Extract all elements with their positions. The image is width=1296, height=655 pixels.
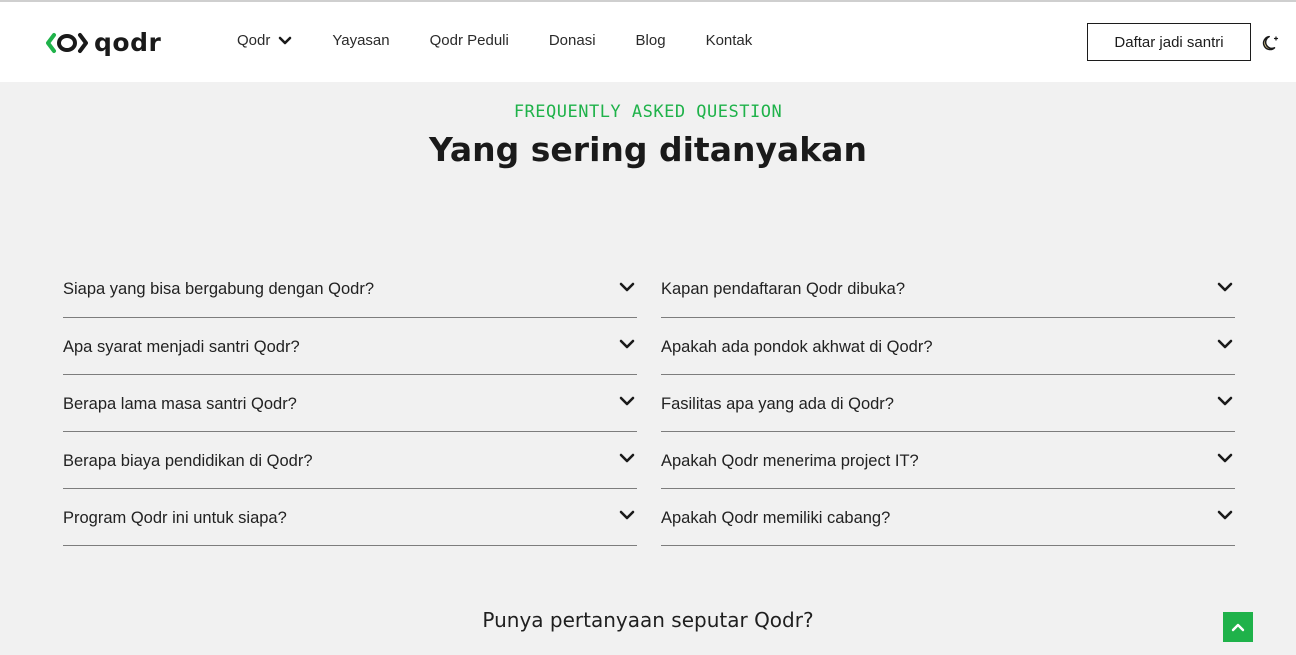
nav-item-label: Qodr [237, 32, 271, 49]
faq-item[interactable]: Apakah Qodr memiliki cabang? [661, 489, 1235, 546]
chevron-down-icon [1217, 339, 1233, 349]
faq-question: Fasilitas apa yang ada di Qodr? [661, 394, 894, 413]
faq-question: Kapan pendaftaran Qodr dibuka? [661, 280, 906, 298]
faq-item[interactable]: Apa syarat menjadi santri Qodr? [63, 318, 637, 375]
back-to-top-button[interactable] [1223, 612, 1253, 642]
chevron-down-icon [619, 453, 635, 463]
chevron-down-icon [619, 282, 635, 291]
faq-item[interactable]: Apakah Qodr menerima project IT? [661, 432, 1235, 489]
faq-item[interactable]: Apakah ada pondok akhwat di Qodr? [661, 318, 1235, 375]
moon-icon[interactable] [1262, 34, 1280, 52]
faq-question: Apakah Qodr memiliki cabang? [661, 508, 891, 527]
faq-question: Berapa lama masa santri Qodr? [63, 394, 297, 413]
faq-item[interactable]: Program Qodr ini untuk siapa? [63, 489, 637, 546]
logo-link[interactable]: qodr [46, 28, 161, 57]
faq-item[interactable]: Kapan pendaftaran Qodr dibuka? [661, 260, 1235, 318]
faq-column-left: Siapa yang bisa bergabung dengan Qodr? A… [63, 260, 637, 546]
chevron-down-icon [619, 396, 635, 406]
chevron-down-icon [1217, 396, 1233, 406]
logo-text: qodr [94, 28, 162, 57]
nav-item-qodr-peduli[interactable]: Qodr Peduli [430, 32, 509, 49]
section-eyebrow: FREQUENTLY ASKED QUESTION [513, 102, 783, 122]
faq-question: Apa syarat menjadi santri Qodr? [63, 337, 300, 356]
faq-column-right: Kapan pendaftaran Qodr dibuka? Apakah ad… [661, 260, 1235, 546]
register-button[interactable]: Daftar jadi santri [1087, 23, 1251, 61]
faq-item[interactable]: Berapa biaya pendidikan di Qodr? [63, 432, 637, 489]
main-nav: Qodr Yayasan Qodr Peduli Donasi Blog Kon… [237, 32, 792, 49]
chevron-down-icon [1217, 510, 1233, 520]
nav-item-blog[interactable]: Blog [636, 32, 666, 49]
chevron-down-icon [1217, 282, 1233, 291]
faq-item[interactable]: Berapa lama masa santri Qodr? [63, 375, 637, 432]
site-header: qodr Qodr Yayasan Qodr Peduli Donasi Blo… [0, 2, 1296, 82]
faq-question: Apakah ada pondok akhwat di Qodr? [661, 337, 933, 356]
nav-item-donasi[interactable]: Donasi [549, 32, 596, 49]
faq-question: Berapa biaya pendidikan di Qodr? [63, 451, 313, 470]
faq-question: Program Qodr ini untuk siapa? [63, 508, 287, 527]
chevron-down-icon [619, 339, 635, 349]
contact-question: Punya pertanyaan seputar Qodr? [482, 608, 814, 632]
chevron-down-icon [279, 36, 292, 44]
faq-item[interactable]: Siapa yang bisa bergabung dengan Qodr? [63, 260, 637, 318]
faq-question: Siapa yang bisa bergabung dengan Qodr? [63, 280, 374, 298]
chevron-down-icon [1217, 453, 1233, 463]
faq-item[interactable]: Fasilitas apa yang ada di Qodr? [661, 375, 1235, 432]
nav-item-yayasan[interactable]: Yayasan [332, 32, 389, 49]
chevron-down-icon [619, 510, 635, 520]
nav-item-kontak[interactable]: Kontak [706, 32, 753, 49]
qodr-logo-icon [46, 32, 88, 53]
faq-question: Apakah Qodr menerima project IT? [661, 451, 919, 470]
section-title: Yang sering ditanyakan [429, 130, 867, 169]
nav-item-qodr[interactable]: Qodr [237, 32, 292, 49]
chevron-up-icon [1231, 623, 1245, 632]
